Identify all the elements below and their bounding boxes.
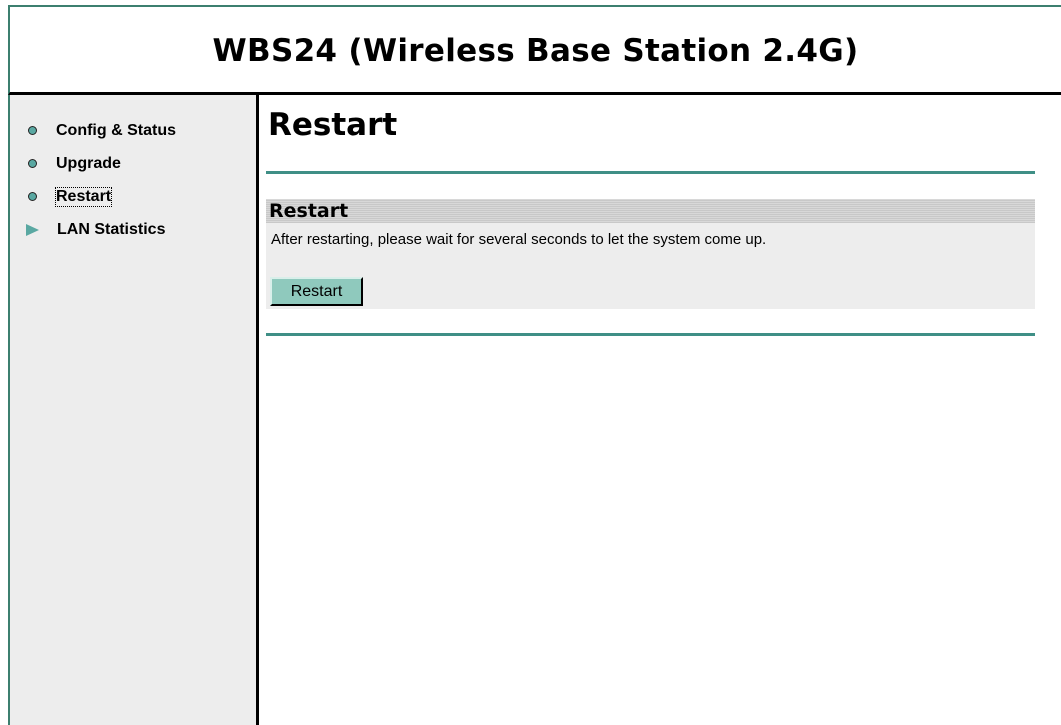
divider <box>266 333 1035 336</box>
sidebar-item-upgrade[interactable]: Upgrade <box>10 147 256 180</box>
sidebar-item-label[interactable]: Restart <box>54 186 113 207</box>
header-frame: WBS24 (Wireless Base Station 2.4G) <box>8 5 1061 95</box>
sidebar-item-lan-statistics[interactable]: LAN Statistics <box>10 213 256 246</box>
sidebar-nav: Config & Status Upgrade Restart LAN Stat… <box>8 95 259 725</box>
browser-frameset: WBS24 (Wireless Base Station 2.4G) Confi… <box>0 0 1061 725</box>
sidebar-item-restart[interactable]: Restart <box>10 180 256 213</box>
bullet-icon <box>28 126 37 135</box>
sidebar-item-label[interactable]: Upgrade <box>56 155 121 173</box>
restart-panel: Restart After restarting, please wait fo… <box>266 199 1035 309</box>
sidebar-item-label[interactable]: LAN Statistics <box>57 221 165 239</box>
panel-heading: Restart <box>266 199 1035 223</box>
app-title: WBS24 (Wireless Base Station 2.4G) <box>212 32 859 69</box>
sidebar-item-config-status[interactable]: Config & Status <box>10 114 256 147</box>
bullet-icon <box>28 192 37 201</box>
sidebar-item-label[interactable]: Config & Status <box>56 122 176 140</box>
divider <box>266 171 1035 174</box>
restart-button[interactable]: Restart <box>270 277 363 306</box>
arrow-right-icon <box>26 223 39 236</box>
bullet-icon <box>28 159 37 168</box>
page-title: Restart <box>268 107 398 143</box>
content-frame: Restart Restart After restarting, please… <box>259 95 1061 725</box>
panel-description: After restarting, please wait for severa… <box>271 231 767 248</box>
